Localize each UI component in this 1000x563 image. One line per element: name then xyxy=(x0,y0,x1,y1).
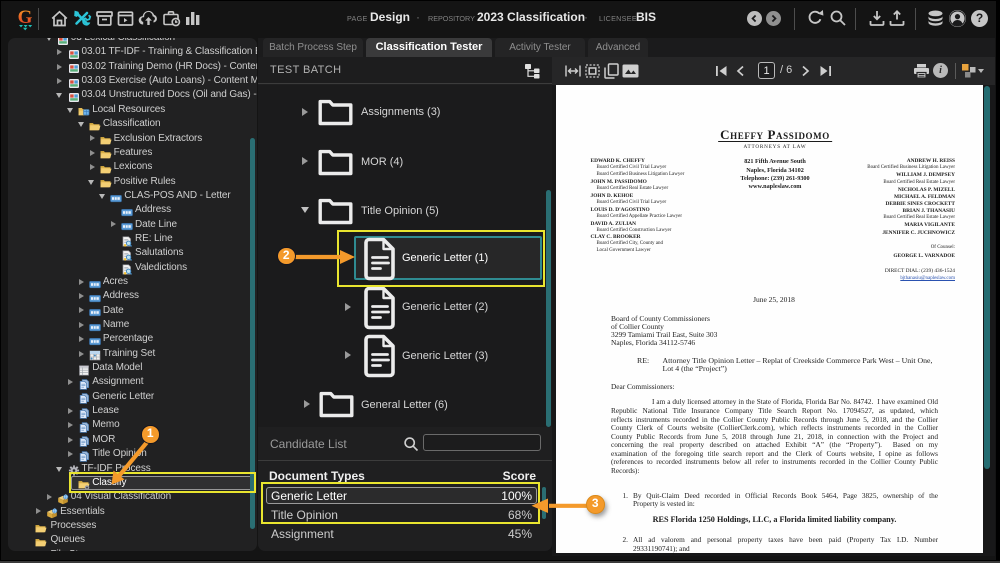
svg-text:G: G xyxy=(18,7,33,28)
